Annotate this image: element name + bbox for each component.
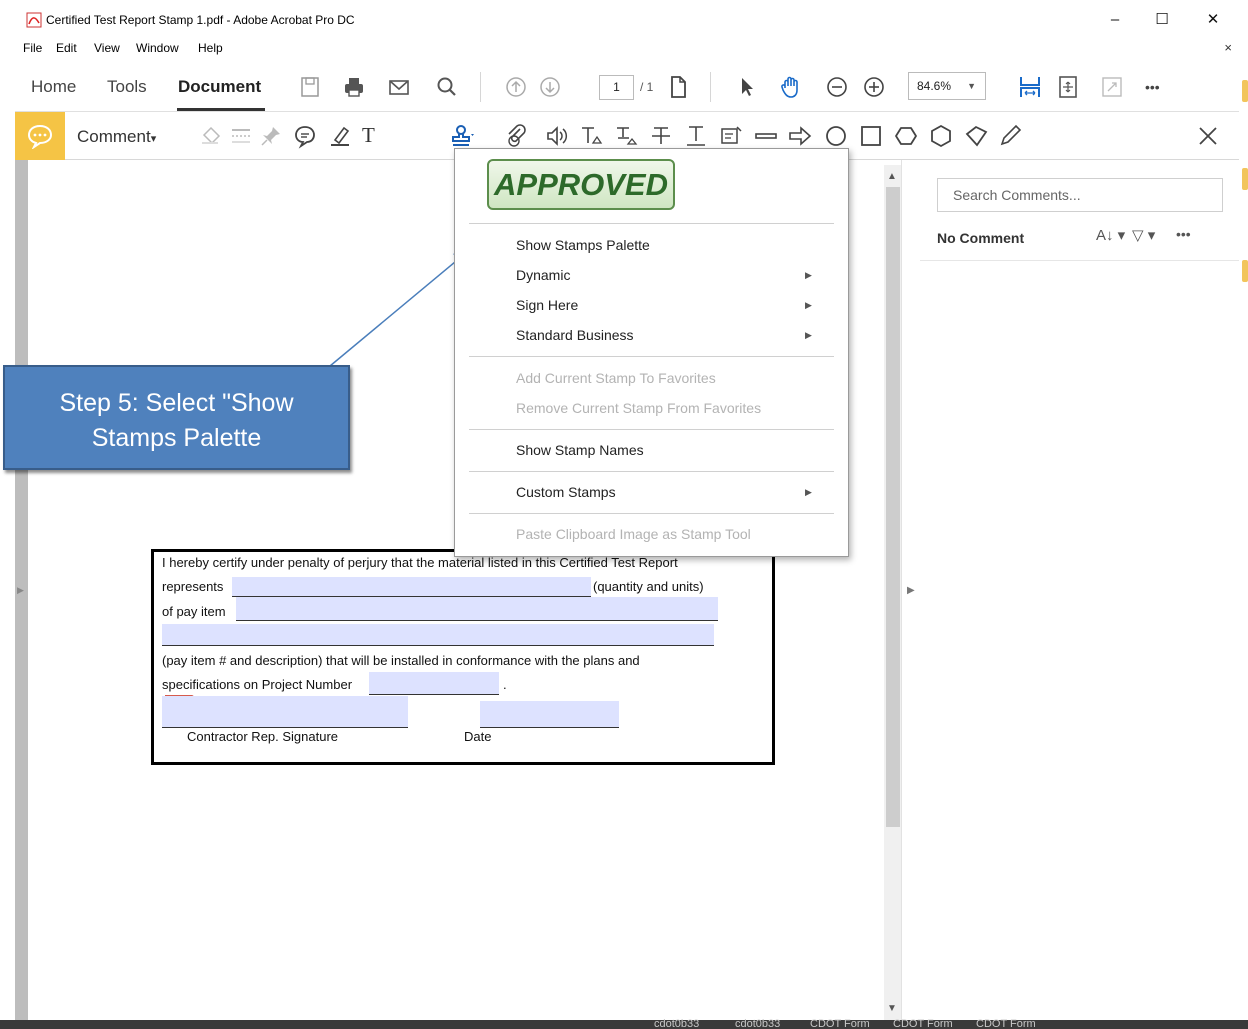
instruction-callout: Step 5: Select "Show Stamps Palette <box>3 365 350 470</box>
callout-line-1: Step 5: Select "Show <box>59 389 294 417</box>
menu-item-show-stamps-palette[interactable]: Show Stamps Palette <box>516 237 650 253</box>
menu-separator <box>469 223 834 224</box>
stamp-dropdown-menu: APPROVED Show Stamps Palette Dynamic ▶ S… <box>454 148 849 557</box>
menu-separator <box>469 356 834 357</box>
submenu-arrow-icon: ▶ <box>805 270 812 280</box>
submenu-arrow-icon: ▶ <box>805 330 812 340</box>
menu-separator <box>469 429 834 430</box>
menu-item-sign-here[interactable]: Sign Here <box>516 297 578 313</box>
menu-item-paste-clipboard-image[interactable]: Paste Clipboard Image as Stamp Tool <box>516 526 751 542</box>
menu-item-custom-stamps[interactable]: Custom Stamps <box>516 484 616 500</box>
menu-item-remove-from-favorites[interactable]: Remove Current Stamp From Favorites <box>516 400 761 416</box>
menu-item-show-stamp-names[interactable]: Show Stamp Names <box>516 442 644 458</box>
menu-item-dynamic[interactable]: Dynamic <box>516 267 570 283</box>
approved-stamp-preview[interactable]: APPROVED <box>487 159 675 210</box>
menu-item-standard-business[interactable]: Standard Business <box>516 327 634 343</box>
menu-separator <box>469 471 834 472</box>
submenu-arrow-icon: ▶ <box>805 300 812 310</box>
submenu-arrow-icon: ▶ <box>805 487 812 497</box>
menu-item-add-to-favorites[interactable]: Add Current Stamp To Favorites <box>516 370 716 386</box>
acrobat-window: Certified Test Report Stamp 1.pdf - Adob… <box>0 0 1248 1029</box>
callout-line-2: Stamps Palette <box>91 424 262 452</box>
menu-separator <box>469 513 834 514</box>
